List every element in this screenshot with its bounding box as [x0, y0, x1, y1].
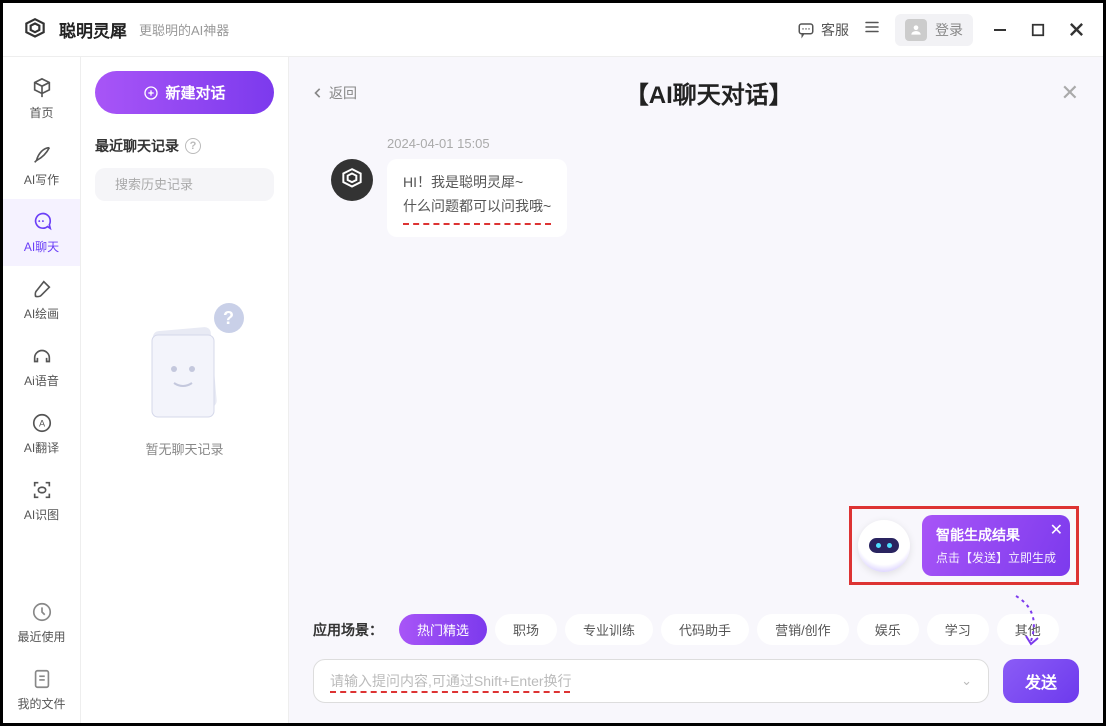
plus-circle-icon — [143, 85, 159, 101]
customer-service-button[interactable]: 客服 — [797, 20, 849, 40]
back-button[interactable]: 返回 — [313, 83, 357, 103]
robot-avatar-icon — [858, 520, 910, 572]
sidenav-item-image-recognition[interactable]: AI识图 — [3, 467, 80, 534]
empty-history-text: 暂无聊天记录 — [145, 439, 223, 458]
scenario-row: 应用场景： 热门精选 职场 专业训练 代码助手 营销/创作 娱乐 学习 其他 — [313, 614, 1079, 645]
svg-text:A: A — [38, 419, 45, 429]
empty-history-illustration: ? 暂无聊天记录 — [95, 321, 274, 458]
input-section: 应用场景： 热门精选 职场 专业训练 代码助手 营销/创作 娱乐 学习 其他 ⌄… — [289, 604, 1103, 723]
scenario-chip-entertainment[interactable]: 娱乐 — [857, 614, 919, 645]
menu-icon[interactable] — [863, 18, 881, 41]
chat-header: 返回 【AI聊天对话】 ✕ — [289, 57, 1103, 128]
chat-icon — [30, 210, 54, 234]
history-icon — [30, 600, 54, 624]
brush-icon — [30, 277, 54, 301]
close-button[interactable] — [1067, 21, 1085, 39]
app-logo-icon — [21, 16, 49, 44]
sidenav-item-writing[interactable]: AI写作 — [3, 132, 80, 199]
cube-icon — [30, 76, 54, 100]
titlebar: 聪明灵犀 更聪明的AI神器 客服 登录 — [3, 3, 1103, 57]
ai-avatar-icon — [331, 159, 373, 201]
close-chat-button[interactable]: ✕ — [1061, 80, 1079, 106]
sidenav-item-recent[interactable]: 最近使用 — [3, 589, 80, 656]
send-button[interactable]: 发送 — [1003, 659, 1079, 703]
app-title: 聪明灵犀 — [59, 17, 127, 42]
scenario-chip-study[interactable]: 学习 — [927, 614, 989, 645]
sidenav-item-voice[interactable]: Ai语音 — [3, 333, 80, 400]
dotted-arrow-icon — [1011, 591, 1051, 651]
avatar-placeholder-icon — [905, 19, 927, 41]
chat-input-wrap[interactable]: ⌄ — [313, 659, 989, 703]
tooltip-bubble: ✕ 智能生成结果 点击【发送】立即生成 — [922, 515, 1070, 576]
scenario-label: 应用场景： — [313, 620, 383, 640]
scenario-chip-professional[interactable]: 专业训练 — [565, 614, 653, 645]
chat-area: 返回 【AI聊天对话】 ✕ 2024-04-01 15:05 HI！我是聪明灵犀… — [289, 57, 1103, 723]
ai-message-row: HI！我是聪明灵犀~ 什么问题都可以问我哦~ — [313, 159, 1079, 237]
side-navigation: 首页 AI写作 AI聊天 AI绘画 Ai语音 A AI翻译 AI识图 — [3, 57, 81, 723]
annotation-underline — [403, 223, 551, 225]
scenario-chip-workplace[interactable]: 职场 — [495, 614, 557, 645]
scenario-chip-marketing[interactable]: 营销/创作 — [757, 614, 849, 645]
annotation-input-underline — [330, 691, 570, 693]
sidenav-item-my-files[interactable]: 我的文件 — [3, 656, 80, 723]
generate-tooltip-popup: ✕ 智能生成结果 点击【发送】立即生成 — [849, 506, 1079, 585]
sidenav-item-translate[interactable]: A AI翻译 — [3, 400, 80, 467]
chevron-left-icon — [313, 88, 323, 98]
headphones-icon — [30, 344, 54, 368]
scan-icon — [30, 478, 54, 502]
sidenav-item-chat[interactable]: AI聊天 — [3, 199, 80, 266]
scenario-chip-code[interactable]: 代码助手 — [661, 614, 749, 645]
app-subtitle: 更聪明的AI神器 — [139, 20, 229, 39]
feather-icon — [30, 143, 54, 167]
translate-icon: A — [30, 411, 54, 435]
sidenav-item-home[interactable]: 首页 — [3, 65, 80, 132]
question-mark-icon: ? — [214, 303, 244, 333]
login-button[interactable]: 登录 — [895, 14, 973, 46]
file-icon — [30, 667, 54, 691]
chat-title: 【AI聊天对话】 — [357, 75, 1061, 110]
message-timestamp: 2024-04-01 15:05 — [313, 136, 1079, 151]
tooltip-close-button[interactable]: ✕ — [1050, 520, 1063, 540]
search-history-input[interactable] — [95, 168, 274, 201]
sidenav-item-painting[interactable]: AI绘画 — [3, 266, 80, 333]
help-icon[interactable]: ? — [185, 138, 201, 154]
minimize-button[interactable] — [991, 21, 1009, 39]
chevron-down-icon[interactable]: ⌄ — [961, 673, 972, 689]
chat-bubble-icon — [797, 21, 815, 39]
history-panel: 新建对话 最近聊天记录 ? ? 暂无聊天记录 — [81, 57, 289, 723]
scenario-chip-hot[interactable]: 热门精选 — [399, 614, 487, 645]
history-header: 最近聊天记录 ? — [95, 136, 274, 156]
ai-message-bubble: HI！我是聪明灵犀~ 什么问题都可以问我哦~ — [387, 159, 567, 237]
chat-input[interactable] — [330, 673, 961, 689]
maximize-button[interactable] — [1029, 21, 1047, 39]
new-chat-button[interactable]: 新建对话 — [95, 71, 274, 114]
